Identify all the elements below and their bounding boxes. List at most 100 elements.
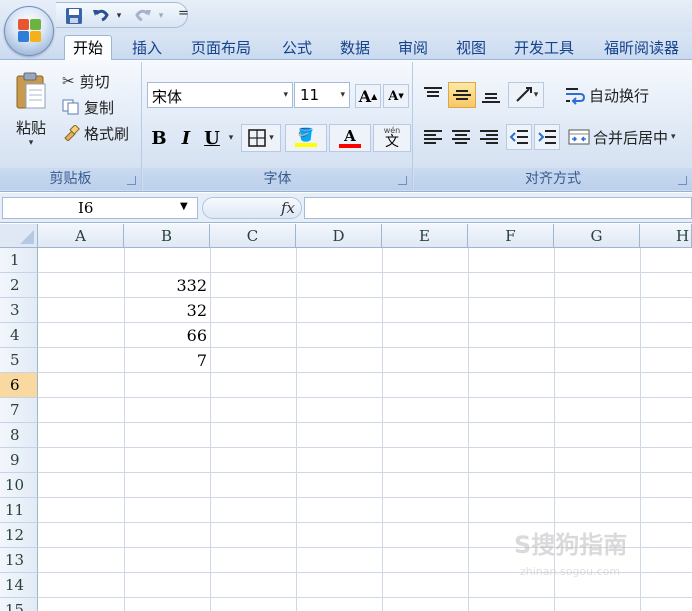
decrease-indent-icon: [509, 130, 528, 144]
alignment-group: ▾ 自动换行 合并后居中 ▾ 对齐方式: [414, 62, 692, 190]
tab-view[interactable]: 视图: [456, 36, 486, 60]
underline-button[interactable]: U: [201, 124, 223, 152]
orientation-button[interactable]: ▾: [508, 82, 544, 108]
tab-developer[interactable]: 开发工具: [514, 36, 574, 60]
scissors-icon: ✂: [62, 72, 75, 90]
row-header[interactable]: 5: [0, 348, 38, 373]
row-header[interactable]: 3: [0, 298, 38, 323]
column-header-a[interactable]: A: [38, 224, 124, 248]
font-name-combo[interactable]: 宋体 ▾: [147, 82, 293, 108]
insert-function-icon[interactable]: fx: [281, 199, 295, 217]
align-bottom-button[interactable]: [478, 82, 504, 108]
row-header[interactable]: 2: [0, 273, 38, 298]
phonetic-guide-button[interactable]: wén 文: [373, 124, 411, 152]
chevron-down-icon: ▾: [116, 11, 122, 21]
copy-label: 复制: [84, 98, 115, 117]
row-header[interactable]: 15: [0, 598, 38, 611]
undo-icon: [93, 9, 109, 22]
fill-color-button[interactable]: 🪣: [285, 124, 327, 152]
column-header-f[interactable]: F: [468, 224, 554, 248]
gridline: [382, 248, 383, 611]
italic-icon: I: [181, 127, 191, 149]
font-color-button[interactable]: A: [329, 124, 371, 152]
row-header[interactable]: 1: [0, 248, 38, 273]
font-launcher-icon[interactable]: [398, 176, 407, 185]
align-left-button[interactable]: [420, 124, 446, 150]
wrap-text-button[interactable]: 自动换行: [564, 82, 688, 108]
office-button[interactable]: [4, 6, 54, 56]
gridline: [38, 522, 692, 523]
increase-indent-button[interactable]: [534, 124, 560, 150]
cell-b3[interactable]: 32: [124, 298, 210, 323]
tab-page-layout[interactable]: 页面布局: [191, 36, 251, 60]
align-middle-button[interactable]: [448, 82, 476, 108]
formula-input[interactable]: [304, 197, 692, 219]
paste-button[interactable]: 粘贴 ▾: [6, 66, 56, 152]
formula-bar: I6 ▼ fx: [0, 193, 692, 223]
tab-foxit-reader[interactable]: 福昕阅读器: [604, 36, 679, 60]
undo-button[interactable]: [90, 6, 112, 26]
format-painter-button[interactable]: 格式刷: [62, 122, 140, 144]
row-header[interactable]: 11: [0, 498, 38, 523]
copy-icon: [62, 99, 79, 115]
merge-center-label: 合并后居中: [593, 128, 669, 147]
clipboard-launcher-icon[interactable]: [127, 176, 136, 185]
column-header-b[interactable]: B: [124, 224, 210, 248]
cell-b5[interactable]: 7: [124, 348, 210, 373]
merge-center-button[interactable]: 合并后居中 ▾: [568, 124, 690, 150]
align-center-button[interactable]: [448, 124, 474, 150]
row-header[interactable]: 8: [0, 423, 38, 448]
row-header[interactable]: 13: [0, 548, 38, 573]
row-header[interactable]: 7: [0, 398, 38, 423]
save-button[interactable]: [64, 6, 84, 26]
font-size-combo[interactable]: 11 ▾: [294, 82, 350, 108]
select-all-button[interactable]: [0, 224, 38, 248]
undo-dropdown-button[interactable]: ▾: [114, 6, 124, 26]
cell-b4[interactable]: 66: [124, 323, 210, 348]
row-header[interactable]: 12: [0, 523, 38, 548]
redo-button[interactable]: [132, 6, 154, 26]
shrink-font-button[interactable]: A ▼: [383, 84, 409, 108]
paste-icon: [16, 72, 46, 108]
ribbon-tabs: 开始 插入 页面布局 公式 数据 审阅 视图 开发工具 福昕阅读器: [0, 32, 692, 61]
alignment-launcher-icon[interactable]: [678, 176, 687, 185]
watermark-text: S搜狗指南: [514, 531, 628, 559]
redo-dropdown-button[interactable]: ▾: [156, 6, 166, 26]
align-right-button[interactable]: [476, 124, 502, 150]
row-header[interactable]: 14: [0, 573, 38, 598]
font-group: 宋体 ▾ 11 ▾ A ▲ A ▼ B I U ▾ ▾ 🪣 A wén 文 字体: [143, 62, 413, 190]
fill-color-swatch: [295, 143, 317, 147]
bold-icon: B: [151, 127, 167, 149]
italic-button[interactable]: I: [175, 124, 197, 152]
copy-button[interactable]: 复制: [62, 96, 138, 118]
cell-b2[interactable]: 332: [124, 273, 210, 298]
column-header-h[interactable]: H: [640, 224, 692, 248]
chevron-down-icon[interactable]: ▼: [180, 201, 188, 212]
cut-button[interactable]: ✂ 剪切: [62, 70, 138, 92]
column-header-d[interactable]: D: [296, 224, 382, 248]
customize-qat-button[interactable]: =: [178, 6, 189, 21]
name-box[interactable]: I6: [2, 197, 198, 219]
select-all-triangle-icon: [20, 230, 34, 244]
borders-button[interactable]: ▾: [241, 124, 281, 152]
tab-review[interactable]: 审阅: [398, 36, 428, 60]
chevron-down-icon: ▾: [340, 90, 345, 100]
row-header-active[interactable]: 6: [0, 373, 38, 398]
row-header[interactable]: 9: [0, 448, 38, 473]
tab-home[interactable]: 开始: [64, 35, 113, 61]
row-header[interactable]: 10: [0, 473, 38, 498]
align-top-button[interactable]: [420, 82, 446, 108]
grow-font-button[interactable]: A ▲: [355, 84, 381, 108]
column-header-e[interactable]: E: [382, 224, 468, 248]
tab-formulas[interactable]: 公式: [282, 36, 312, 60]
column-header-c[interactable]: C: [210, 224, 296, 248]
bold-button[interactable]: B: [147, 124, 171, 152]
increase-indent-icon: [538, 130, 556, 144]
underline-dropdown[interactable]: ▾: [225, 128, 237, 148]
tab-insert[interactable]: 插入: [132, 36, 162, 60]
row-header[interactable]: 4: [0, 323, 38, 348]
column-header-g[interactable]: G: [554, 224, 640, 248]
tab-data[interactable]: 数据: [340, 36, 370, 60]
decrease-indent-button[interactable]: [506, 124, 532, 150]
gridline: [38, 447, 692, 448]
